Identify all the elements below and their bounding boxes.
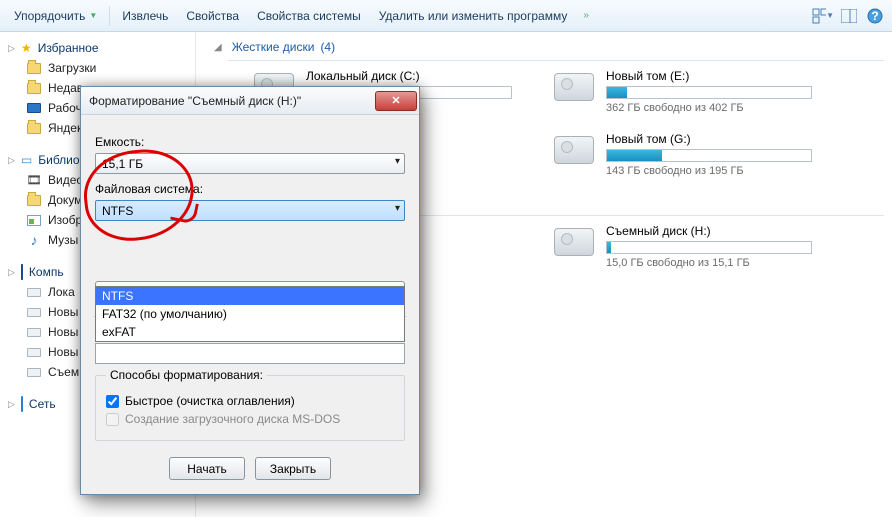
disk-free-text: 15,0 ГБ свободно из 15,1 ГБ: [606, 257, 812, 269]
hdd-icon: [552, 69, 596, 105]
format-options-group: Способы форматирования: Быстрое (очистка…: [95, 368, 405, 441]
uninstall-button[interactable]: Удалить или изменить программу: [371, 5, 576, 27]
volume-label-input[interactable]: [95, 343, 405, 364]
capacity-combo[interactable]: 15,1 ГБ: [95, 153, 405, 174]
quick-format-checkbox[interactable]: Быстрое (очистка оглавления): [106, 394, 394, 408]
extract-button[interactable]: Извлечь: [114, 5, 176, 27]
favorites-header[interactable]: ▷★Избранное: [4, 38, 195, 58]
dialog-title: Форматирование "Съемный диск (H:)": [89, 94, 375, 108]
help-icon[interactable]: ?: [864, 5, 886, 27]
disk-name: Новый том (G:): [606, 132, 812, 149]
capacity-bar: [606, 241, 812, 254]
filesystem-dropdown: NTFS FAT32 (по умолчанию) exFAT: [95, 286, 405, 342]
fs-option-exfat[interactable]: exFAT: [96, 323, 404, 341]
dialog-titlebar[interactable]: Форматирование "Съемный диск (H:)" ✕: [81, 87, 419, 115]
disk-free-text: 362 ГБ свободно из 402 ГБ: [606, 102, 812, 114]
system-properties-button[interactable]: Свойства системы: [249, 5, 369, 27]
disk-g[interactable]: Новый том (G:) 143 ГБ свободно из 195 ГБ: [552, 132, 812, 177]
hdd-section-header[interactable]: ◢Жесткие диски (4): [204, 36, 884, 58]
close-button[interactable]: ✕: [375, 91, 417, 111]
disk-h[interactable]: Съемный диск (H:) 15,0 ГБ свободно из 15…: [552, 224, 812, 269]
disk-name: Новый том (E:): [606, 69, 812, 86]
hdd-icon: [552, 132, 596, 168]
disk-name: Съемный диск (H:): [606, 224, 812, 241]
removable-icon: [552, 224, 596, 260]
organize-menu[interactable]: Упорядочить▼: [6, 5, 105, 27]
start-button[interactable]: Начать: [169, 457, 245, 480]
toolbar-overflow[interactable]: »: [577, 10, 595, 21]
filesystem-label: Файловая система:: [95, 182, 405, 196]
view-options-icon[interactable]: ▼: [812, 5, 834, 27]
properties-button[interactable]: Свойства: [178, 5, 247, 27]
explorer-toolbar: Упорядочить▼ Извлечь Свойства Свойства с…: [0, 0, 892, 32]
svg-text:?: ?: [871, 9, 878, 23]
disk-free-text: 143 ГБ свободно из 195 ГБ: [606, 165, 812, 177]
filesystem-combo[interactable]: NTFS: [95, 200, 405, 221]
fs-option-fat32[interactable]: FAT32 (по умолчанию): [96, 305, 404, 323]
capacity-bar: [606, 149, 812, 162]
preview-pane-icon[interactable]: [838, 5, 860, 27]
disk-name: Локальный диск (C:): [306, 69, 512, 86]
msdos-boot-checkbox: Создание загрузочного диска MS-DOS: [106, 412, 394, 426]
fs-option-ntfs[interactable]: NTFS: [96, 287, 404, 305]
format-dialog: Форматирование "Съемный диск (H:)" ✕ Емк…: [80, 86, 420, 495]
capacity-bar: [606, 86, 812, 99]
disk-e[interactable]: Новый том (E:) 362 ГБ свободно из 402 ГБ: [552, 69, 812, 114]
capacity-label: Емкость:: [95, 135, 405, 149]
sidebar-item-downloads[interactable]: Загрузки: [4, 58, 195, 78]
format-options-legend: Способы форматирования:: [106, 368, 267, 382]
close-dialog-button[interactable]: Закрыть: [255, 457, 331, 480]
